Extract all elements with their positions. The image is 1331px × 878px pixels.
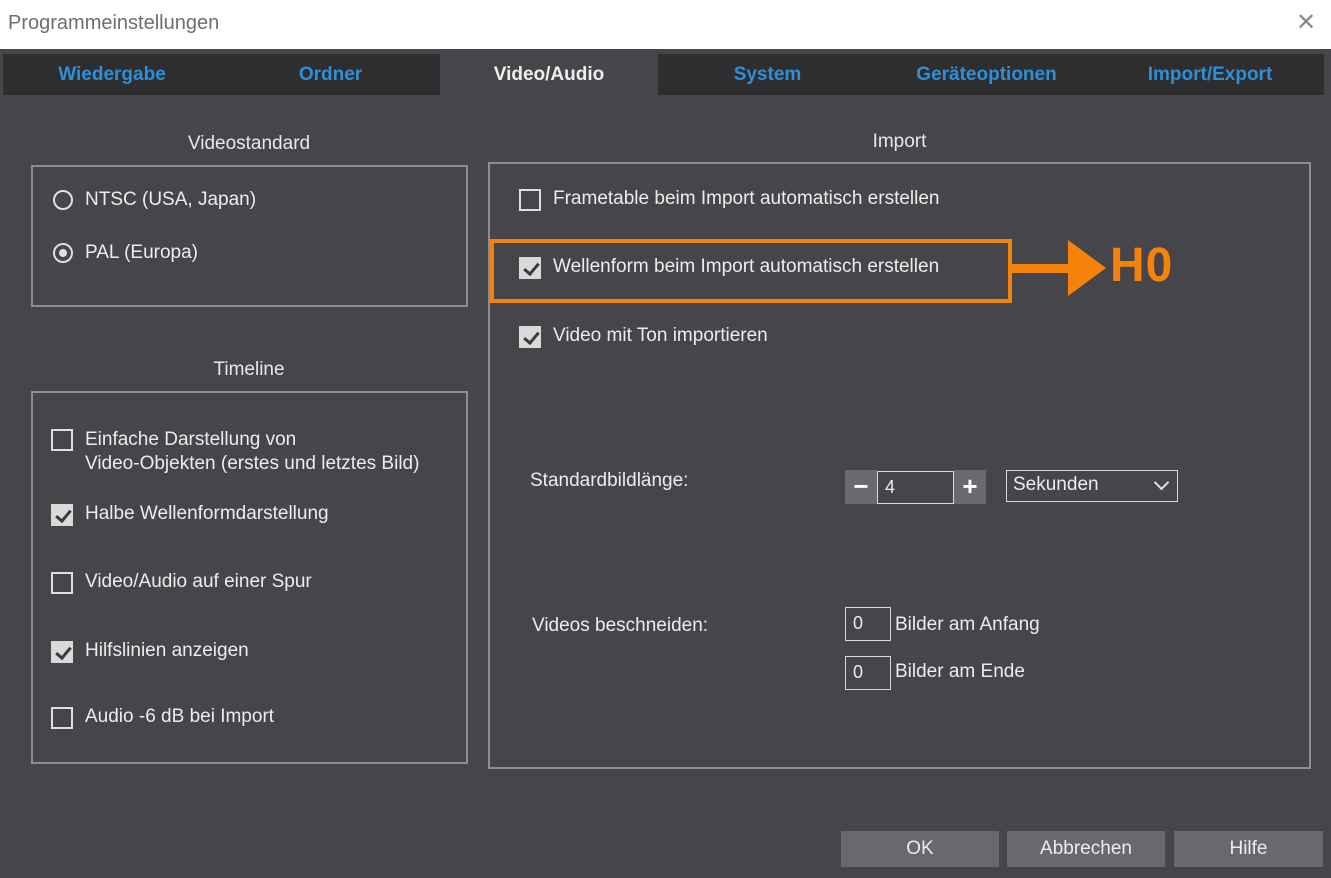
checkbox[interactable] (51, 707, 73, 729)
checkbox[interactable] (519, 189, 541, 211)
tab-import-export[interactable]: Import/Export (1096, 54, 1324, 95)
arrow-right-icon (1010, 240, 1106, 296)
radio-button-selected[interactable] (53, 243, 73, 263)
checkbox-frametable[interactable]: Frametable beim Import automatisch erste… (519, 188, 940, 211)
increment-button[interactable]: + (954, 470, 986, 504)
checkbox[interactable] (51, 572, 73, 594)
checkbox-label: Frametable beim Import automatisch erste… (553, 188, 940, 209)
tab-geraeteoptionen[interactable]: Geräteoptionen (877, 54, 1096, 95)
chevron-down-icon (1153, 474, 1170, 491)
unit-select-value: Sekunden (1013, 474, 1099, 495)
checkbox-checked[interactable] (519, 326, 541, 348)
checkbox-halbe-wellenform[interactable]: Halbe Wellenformdarstellung (51, 503, 329, 526)
checkbox-video-audio-spur[interactable]: Video/Audio auf einer Spur (51, 571, 312, 594)
trim-end-input[interactable]: 0 (845, 656, 891, 690)
close-icon[interactable]: ✕ (1293, 8, 1319, 38)
help-button[interactable]: Hilfe (1174, 831, 1323, 867)
tab-video-audio[interactable]: Video/Audio (440, 54, 658, 95)
checkbox-einfache-darstellung[interactable]: Einfache Darstellung von Video-Objekten … (51, 428, 419, 476)
checkbox-label: Halbe Wellenformdarstellung (85, 503, 329, 524)
annotation-tag: H0 (1110, 239, 1174, 292)
standard-length-input[interactable]: 4 (877, 471, 954, 504)
checkbox-hilfslinien[interactable]: Hilfslinien anzeigen (51, 640, 249, 663)
ok-button[interactable]: OK (841, 831, 999, 867)
videostandard-group (31, 165, 468, 307)
highlight-box (490, 239, 1012, 303)
cancel-button[interactable]: Abbrechen (1007, 831, 1165, 867)
trim-end-label: Bilder am Ende (895, 661, 1025, 682)
timeline-title: Timeline (213, 359, 285, 380)
trim-start-label: Bilder am Anfang (895, 614, 1040, 635)
checkbox-label-line2: Video-Objekten (erstes und letztes Bild) (85, 453, 420, 474)
checkbox-checked[interactable] (51, 504, 73, 526)
checkbox-label: Video/Audio auf einer Spur (85, 571, 312, 592)
checkbox-label: Audio -6 dB bei Import (85, 706, 275, 727)
checkbox-label: Video mit Ton importieren (553, 325, 768, 346)
standard-length-label: Standardbildlänge: (530, 470, 689, 491)
radio-ntsc[interactable]: NTSC (USA, Japan) (53, 189, 256, 211)
tab-system[interactable]: System (658, 54, 877, 95)
radio-button[interactable] (53, 190, 73, 210)
trim-label: Videos beschneiden: (532, 615, 709, 636)
tab-wiedergabe[interactable]: Wiedergabe (3, 54, 221, 95)
import-title: Import (872, 131, 927, 152)
window-title: Programmeinstellungen (8, 12, 220, 34)
checkbox[interactable] (51, 429, 73, 451)
checkbox-audio-6db[interactable]: Audio -6 dB bei Import (51, 706, 274, 729)
unit-select[interactable]: Sekunden (1006, 470, 1178, 502)
decrement-button[interactable]: − (845, 470, 877, 504)
trim-start-input[interactable]: 0 (845, 607, 891, 641)
tab-ordner[interactable]: Ordner (221, 54, 440, 95)
checkbox-video-mit-ton[interactable]: Video mit Ton importieren (519, 325, 768, 348)
radio-label: PAL (Europa) (85, 242, 198, 263)
checkbox-checked[interactable] (51, 641, 73, 663)
videostandard-title: Videostandard (187, 133, 311, 154)
checkbox-label: Hilfslinien anzeigen (85, 640, 249, 661)
radio-label: NTSC (USA, Japan) (85, 189, 257, 210)
checkbox-label-line1: Einfache Darstellung von (85, 429, 297, 450)
radio-pal[interactable]: PAL (Europa) (53, 242, 198, 264)
